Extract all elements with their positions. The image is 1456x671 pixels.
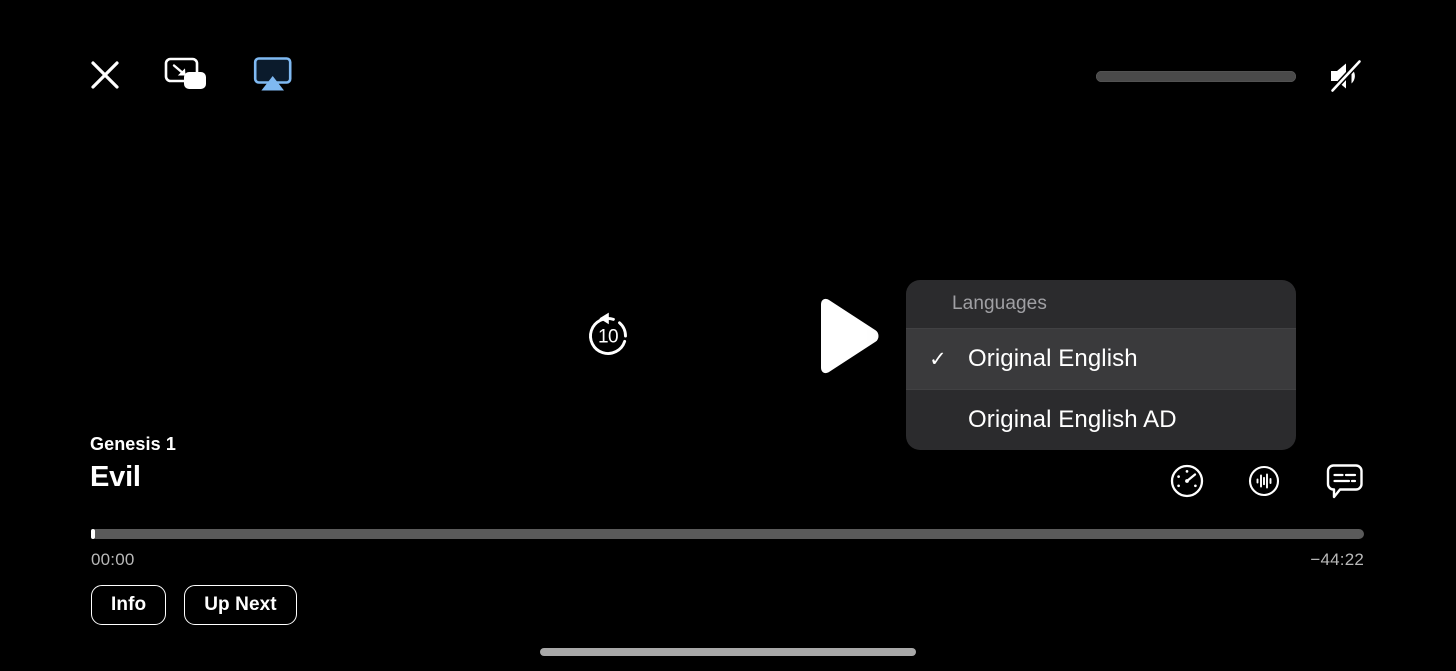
- pill-buttons: Info Up Next: [91, 585, 297, 625]
- skip-back-10-label: 10: [598, 326, 619, 348]
- mute-button[interactable]: [1326, 58, 1366, 94]
- close-button[interactable]: [88, 58, 122, 92]
- info-button[interactable]: Info: [91, 585, 167, 625]
- home-indicator[interactable]: [540, 648, 916, 656]
- language-option-original-english[interactable]: ✓ Original English: [906, 329, 1296, 389]
- play-icon: [821, 298, 879, 374]
- playback-speed-icon: [1170, 464, 1204, 498]
- audio-track-icon: [1248, 465, 1280, 497]
- time-row: 00:00 −44:22: [91, 550, 1364, 570]
- episode-subtitle: Genesis 1: [90, 434, 176, 454]
- subtitles-icon: [1326, 464, 1363, 499]
- up-next-button[interactable]: Up Next: [184, 585, 297, 625]
- volume-controls: [1096, 58, 1366, 94]
- checkmark-icon: ✓: [929, 347, 947, 371]
- page-title: Evil: [90, 461, 141, 493]
- remaining-time: −44:22: [1310, 550, 1364, 569]
- skip-back-10-icon: 10: [582, 310, 634, 362]
- subtitles-button[interactable]: [1324, 463, 1364, 499]
- picture-in-picture-button[interactable]: [164, 55, 210, 95]
- skip-back-10-button[interactable]: 10: [563, 296, 653, 376]
- playback-speed-button[interactable]: [1170, 464, 1204, 498]
- progress-bar[interactable]: [91, 529, 1364, 539]
- language-option-label: Original English: [968, 345, 1138, 372]
- airplay-icon: [253, 57, 292, 91]
- airplay-button[interactable]: [252, 56, 294, 94]
- video-player: 10 Languages ✓ Original English ✓ Origin…: [0, 0, 1456, 671]
- close-icon: [91, 61, 119, 89]
- progress-bar-fill: [91, 529, 95, 539]
- elapsed-time: 00:00: [91, 550, 135, 569]
- play-button[interactable]: [803, 296, 893, 376]
- volume-muted-icon: [1329, 58, 1363, 94]
- volume-slider[interactable]: [1096, 70, 1296, 82]
- languages-menu-header: Languages: [952, 293, 1047, 314]
- progress-section: 00:00 −44:22: [91, 529, 1364, 570]
- bottom-right-controls: [1170, 463, 1364, 499]
- top-bar: [0, 0, 1456, 150]
- audio-track-button[interactable]: [1248, 465, 1280, 497]
- bottom-bar: Genesis 1 Evil 00:00 −44:22 Info Up Next: [0, 411, 1456, 671]
- now-playing-info: Genesis 1 Evil: [90, 433, 176, 495]
- top-left-controls: [88, 55, 294, 95]
- picture-in-picture-icon: [164, 57, 206, 89]
